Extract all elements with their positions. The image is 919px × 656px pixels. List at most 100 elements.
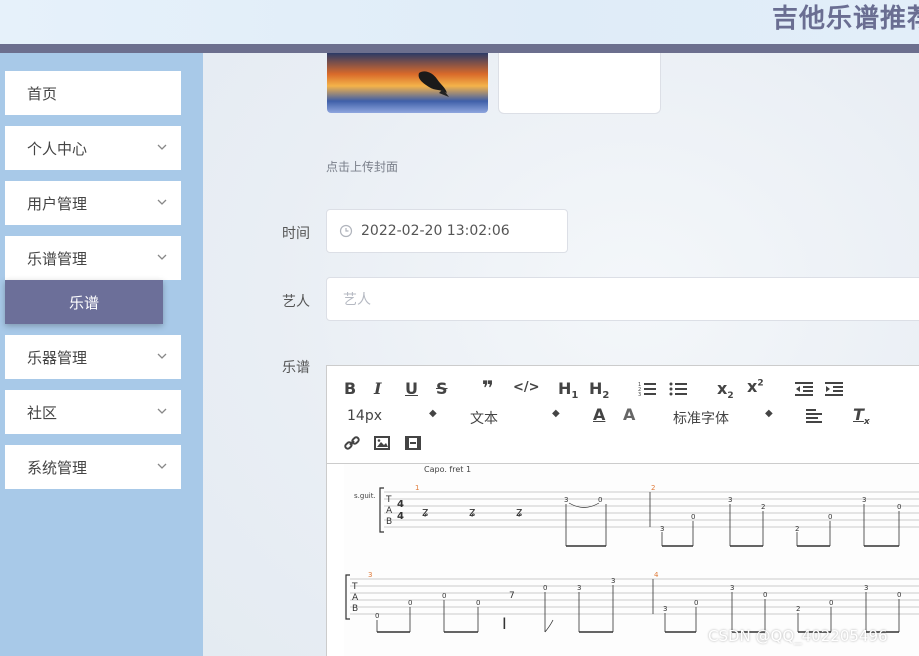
svg-text:0: 0 bbox=[691, 513, 695, 521]
video-icon[interactable] bbox=[405, 436, 421, 450]
svg-text:T: T bbox=[351, 582, 358, 592]
clear-format-icon[interactable]: Tx bbox=[853, 405, 870, 427]
svg-text:3: 3 bbox=[577, 584, 581, 592]
sidebar-item-personal-center[interactable]: 个人中心 bbox=[5, 126, 181, 170]
align-icon[interactable] bbox=[806, 409, 822, 423]
svg-text:T: T bbox=[385, 495, 392, 505]
heading2-icon[interactable]: H2 bbox=[589, 379, 609, 401]
code-block-icon[interactable]: </> bbox=[513, 380, 540, 395]
svg-text:3: 3 bbox=[730, 584, 734, 592]
score-label: 乐谱 bbox=[282, 360, 310, 376]
svg-text:2: 2 bbox=[796, 605, 800, 613]
clock-icon bbox=[339, 224, 353, 238]
strikethrough-icon[interactable]: S bbox=[436, 379, 448, 398]
measure-number: 4 bbox=[654, 571, 659, 579]
header-divider bbox=[0, 44, 919, 53]
svg-text:ʑ: ʑ bbox=[516, 505, 522, 519]
outdent-icon[interactable] bbox=[795, 381, 813, 397]
sidebar-item-label: 个人中心 bbox=[27, 139, 88, 158]
sidebar-item-community[interactable]: 社区 bbox=[5, 390, 181, 434]
text-cursor-icon: I bbox=[502, 614, 507, 633]
score-editor[interactable]: B I U S ❞ </> H1 H2 123 x2 x2 14px ◆ 文本 … bbox=[326, 365, 919, 656]
koi-fish-image bbox=[418, 71, 449, 97]
bullet-list-icon[interactable] bbox=[669, 381, 687, 397]
artist-input[interactable]: 艺人 bbox=[326, 277, 919, 321]
svg-text:0: 0 bbox=[897, 503, 901, 511]
svg-text:4: 4 bbox=[397, 511, 404, 522]
chevron-down-icon bbox=[157, 463, 167, 469]
measure-number: 3 bbox=[368, 571, 372, 579]
image-icon[interactable] bbox=[374, 436, 390, 450]
sidebar-item-instrument-management[interactable]: 乐器管理 bbox=[5, 335, 181, 379]
underline-icon[interactable]: U bbox=[405, 379, 418, 398]
svg-text:0: 0 bbox=[694, 599, 698, 607]
time-input[interactable]: 2022-02-20 13:02:06 bbox=[326, 209, 568, 253]
upload-cover-tip: 点击上传封面 bbox=[326, 160, 399, 174]
font-family-dropdown-icon: ◆ bbox=[765, 408, 773, 419]
cover-upload-box[interactable] bbox=[498, 53, 661, 114]
italic-icon[interactable]: I bbox=[374, 379, 381, 398]
svg-text:2: 2 bbox=[795, 525, 799, 533]
time-value: 2022-02-20 13:02:06 bbox=[361, 223, 510, 239]
sidebar-item-label: 社区 bbox=[27, 403, 58, 422]
svg-text:7: 7 bbox=[509, 591, 515, 601]
svg-text:0: 0 bbox=[829, 599, 833, 607]
svg-text:3: 3 bbox=[663, 605, 667, 613]
svg-text:3: 3 bbox=[862, 496, 866, 504]
sidebar-item-label: 系统管理 bbox=[27, 458, 88, 477]
blockquote-icon[interactable]: ❞ bbox=[482, 376, 494, 400]
background-color-icon[interactable]: A bbox=[623, 405, 635, 424]
svg-text:ʑ: ʑ bbox=[422, 505, 428, 519]
app-title: 吉他乐谱推荐 bbox=[772, 4, 919, 34]
main-form: 点击上传封面 时间 2022-02-20 13:02:06 艺人 艺人 乐谱 B… bbox=[203, 53, 919, 656]
time-label: 时间 bbox=[282, 226, 310, 242]
sidebar-subitem-score[interactable]: 乐谱 bbox=[5, 280, 163, 324]
watermark: CSDN @QQ_402205496 bbox=[708, 627, 888, 645]
svg-text:3: 3 bbox=[611, 577, 615, 585]
subscript-icon[interactable]: x2 bbox=[717, 379, 734, 401]
font-size-select[interactable]: 14px bbox=[347, 408, 382, 424]
svg-text:4: 4 bbox=[397, 499, 404, 510]
svg-text:0: 0 bbox=[543, 584, 547, 592]
svg-text:3: 3 bbox=[564, 496, 568, 504]
sidebar-item-user-management[interactable]: 用户管理 bbox=[5, 181, 181, 225]
font-family-select[interactable]: 标准字体 bbox=[673, 408, 729, 428]
chevron-down-icon bbox=[157, 199, 167, 205]
capo-text: Capo. fret 1 bbox=[424, 465, 471, 474]
editor-toolbar: B I U S ❞ </> H1 H2 123 x2 x2 14px ◆ 文本 … bbox=[327, 366, 919, 464]
instrument-text: s.guit. bbox=[354, 492, 376, 500]
artist-label: 艺人 bbox=[282, 294, 310, 310]
sidebar-item-label: 首页 bbox=[27, 84, 58, 103]
bold-icon[interactable]: B bbox=[344, 379, 356, 398]
svg-text:3: 3 bbox=[728, 496, 732, 504]
artist-placeholder: 艺人 bbox=[343, 292, 371, 308]
sidebar-item-label: 用户管理 bbox=[27, 194, 88, 213]
link-icon[interactable] bbox=[344, 435, 360, 451]
sidebar-subitem-label: 乐谱 bbox=[68, 293, 99, 312]
sidebar-item-label: 乐谱管理 bbox=[27, 249, 88, 268]
font-color-icon[interactable]: A bbox=[593, 405, 605, 424]
sidebar-item-score-management[interactable]: 乐谱管理 bbox=[5, 236, 181, 280]
svg-text:0: 0 bbox=[828, 513, 832, 521]
header: 吉他乐谱推荐 bbox=[0, 0, 919, 44]
chevron-down-icon bbox=[157, 408, 167, 414]
font-size-dropdown-icon: ◆ bbox=[429, 408, 437, 419]
sidebar-item-system-management[interactable]: 系统管理 bbox=[5, 445, 181, 489]
svg-text:A: A bbox=[352, 593, 359, 603]
superscript-icon[interactable]: x2 bbox=[747, 377, 764, 396]
svg-text:2: 2 bbox=[761, 503, 765, 511]
block-type-select[interactable]: 文本 bbox=[470, 408, 498, 428]
svg-text:3: 3 bbox=[864, 584, 868, 592]
svg-text:3: 3 bbox=[638, 392, 641, 397]
cover-image[interactable] bbox=[327, 53, 488, 113]
ordered-list-icon[interactable]: 123 bbox=[638, 381, 656, 397]
svg-text:B: B bbox=[386, 517, 392, 527]
svg-text:0: 0 bbox=[763, 591, 767, 599]
sidebar-item-label: 乐器管理 bbox=[27, 348, 88, 367]
chevron-down-icon bbox=[157, 353, 167, 359]
heading1-icon[interactable]: H1 bbox=[558, 379, 578, 401]
svg-text:A: A bbox=[386, 506, 393, 516]
sidebar-item-home[interactable]: 首页 bbox=[5, 71, 181, 115]
indent-icon[interactable] bbox=[825, 381, 843, 397]
chevron-down-icon bbox=[157, 254, 167, 260]
